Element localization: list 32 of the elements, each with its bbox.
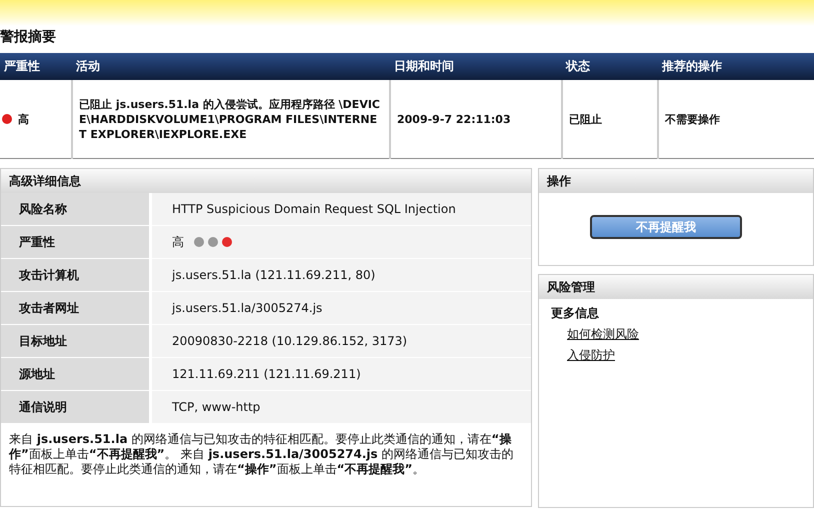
detail-value: TCP, www-http	[172, 400, 260, 414]
activity-text: 已阻止 js.users.51.la 的入侵尝试。应用程序路径 \DEVICE\HARDDISKVOLUME1\PROGRAM FILES\INTERNET EXPLORER\IEXPLORE.EXE	[79, 98, 380, 140]
more-info-heading: 更多信息	[550, 305, 600, 322]
detail-label: 攻击者网址	[1, 292, 152, 324]
panel-header: 高级详细信息	[1, 169, 531, 193]
help-link[interactable]: 如何检测风险	[567, 327, 639, 341]
detail-value: js.users.51.la/3005274.js	[172, 301, 322, 315]
status-text: 已阻止	[569, 112, 602, 126]
detail-label: 通信说明	[1, 391, 152, 423]
column-header: 日期和时间	[394, 59, 454, 73]
detail-value: 20090830-2218 (10.129.86.152, 3173)	[172, 334, 408, 348]
help-link[interactable]: 入侵防护	[567, 348, 615, 362]
panel-header: 操作	[539, 169, 813, 193]
detail-label: 攻击计算机	[1, 259, 152, 291]
detail-label: 目标地址	[1, 325, 152, 357]
detail-value: js.users.51.la (121.11.69.211, 80)	[172, 268, 376, 282]
detail-label: 源地址	[1, 358, 152, 390]
action-text: 不需要操作	[665, 112, 720, 126]
detail-label: 风险名称	[1, 193, 152, 225]
column-header: 状态	[566, 59, 590, 73]
column-header: 活动	[76, 59, 100, 73]
detail-value: HTTP Suspicious Domain Request SQL Injection	[172, 202, 456, 216]
panel-header: 风险管理	[539, 275, 813, 299]
severity-text: 高	[172, 234, 184, 250]
column-header: 推荐的操作	[662, 59, 722, 73]
page-title: 警报摘要	[0, 28, 57, 47]
description-text: 来自 js.users.51.la 的网络通信与已知攻击的特征相匹配。要停止此类通信的通知，请在“操作”面板上单击“不再提醒我”。 来自 js.users.51.la/3005274.js 的网络通信与已知攻击的特征相匹配。要停止此类通信的通知，请在“操作”面板上单击“不再提醒我”。	[9, 432, 515, 477]
detail-label: 严重性	[1, 226, 152, 258]
column-header: 严重性	[4, 59, 40, 73]
severity-text: 高	[18, 112, 29, 126]
detail-value: 121.11.69.211 (121.11.69.211)	[172, 367, 361, 381]
datetime-text: 2009-9-7 22:11:03	[397, 112, 511, 126]
